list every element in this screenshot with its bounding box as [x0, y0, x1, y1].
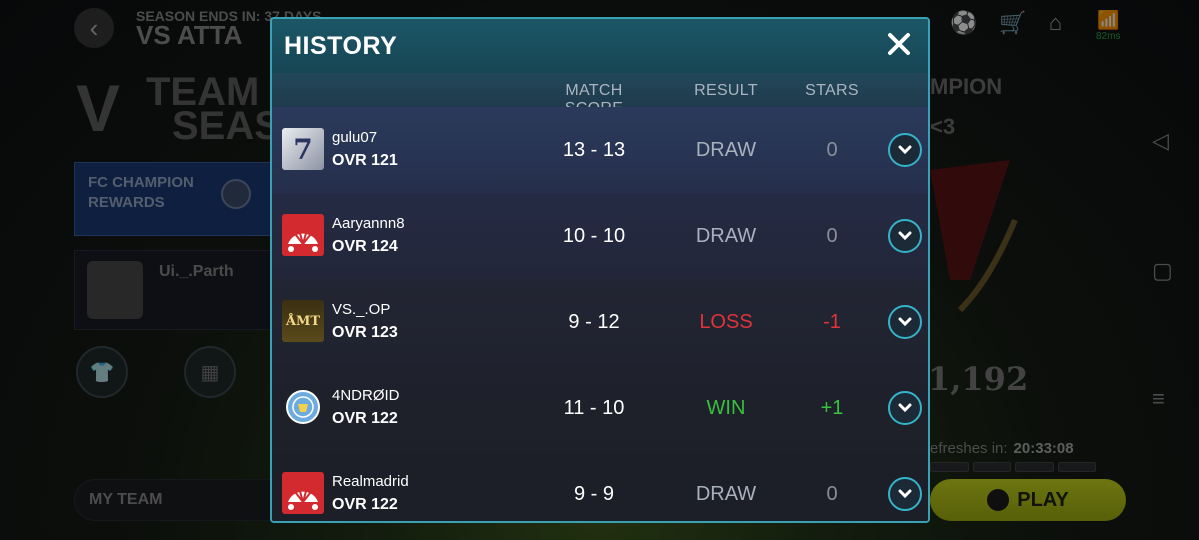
expand-row-button[interactable] — [888, 391, 922, 425]
column-stars: STARS — [805, 82, 859, 99]
expand-row-button[interactable] — [888, 219, 922, 253]
chevron-down-icon — [898, 317, 912, 327]
column-result: RESULT — [694, 82, 758, 99]
match-score: 13 - 13 — [562, 139, 626, 161]
opponent-ovr: OVR 122 — [332, 496, 398, 513]
opponent-name: gulu07 — [332, 129, 378, 146]
match-result: LOSS — [699, 311, 753, 333]
table-row: ÅMT VS._.OP OVR 123 9 - 12 LOSS -1 — [272, 279, 928, 365]
team-crest-icon — [282, 472, 324, 514]
table-row: Realmadrid OVR 122 9 - 9 DRAW 0 — [272, 451, 928, 521]
opponent-ovr: OVR 121 — [332, 152, 398, 169]
match-result: DRAW — [695, 225, 757, 247]
opponent-name: VS._.OP — [332, 301, 391, 318]
close-button[interactable] — [882, 27, 916, 61]
opponent-name: 4NDRØID — [332, 387, 400, 404]
table-row: 7 gulu07 OVR 121 13 - 13 DRAW 0 — [272, 107, 928, 193]
expand-row-button[interactable] — [888, 133, 922, 167]
close-icon — [888, 33, 910, 55]
opponent-ovr: OVR 123 — [332, 324, 398, 341]
match-result: WIN — [706, 397, 746, 419]
history-list: 7 gulu07 OVR 121 13 - 13 DRAW 0 Aaryannn… — [272, 107, 928, 521]
match-stars: 0 — [826, 483, 838, 505]
match-stars: 0 — [826, 225, 838, 247]
team-crest-icon: 7 — [282, 128, 324, 170]
opponent-name: Aaryannn8 — [332, 215, 405, 232]
match-score: 9 - 12 — [568, 311, 620, 333]
table-header: MATCH SCORE RESULT STARS — [272, 73, 928, 117]
history-modal: HISTORY MATCH SCORE RESULT STARS 7 gulu0… — [270, 17, 930, 523]
expand-row-button[interactable] — [888, 305, 922, 339]
match-score: 9 - 9 — [573, 483, 615, 505]
modal-title: HISTORY — [284, 32, 398, 60]
table-row: 4NDRØID OVR 122 11 - 10 WIN +1 — [272, 365, 928, 451]
opponent-ovr: OVR 122 — [332, 410, 398, 427]
match-score: 10 - 10 — [562, 225, 626, 247]
team-crest-icon: ÅMT — [282, 300, 324, 342]
team-crest-icon — [282, 386, 324, 428]
chevron-down-icon — [898, 489, 912, 499]
match-stars: +1 — [820, 397, 844, 419]
match-score: 11 - 10 — [563, 397, 625, 419]
opponent-ovr: OVR 124 — [332, 238, 398, 255]
table-row: Aaryannn8 OVR 124 10 - 10 DRAW 0 — [272, 193, 928, 279]
chevron-down-icon — [898, 231, 912, 241]
team-crest-icon — [282, 214, 324, 256]
chevron-down-icon — [898, 145, 912, 155]
match-result: DRAW — [695, 483, 757, 505]
opponent-name: Realmadrid — [332, 473, 409, 490]
expand-row-button[interactable] — [888, 477, 922, 511]
match-stars: 0 — [826, 139, 838, 161]
chevron-down-icon — [898, 403, 912, 413]
match-result: DRAW — [695, 139, 757, 161]
modal-header: HISTORY — [272, 19, 928, 73]
match-stars: -1 — [823, 311, 841, 333]
